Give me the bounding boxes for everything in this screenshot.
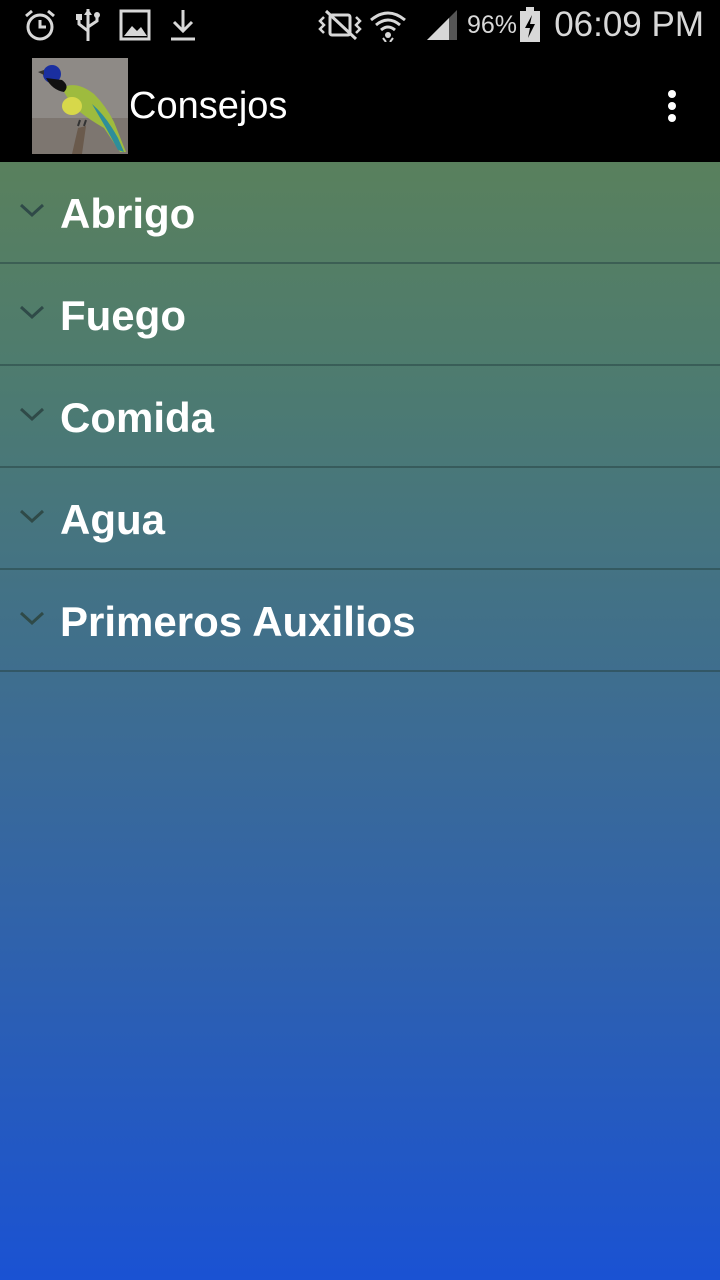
list-item-abrigo[interactable]: Abrigo — [0, 162, 720, 264]
expandable-list: Abrigo Fuego Comida Agua Primeros Auxili… — [0, 162, 720, 672]
app-title: Consejos — [129, 85, 288, 127]
download-icon — [168, 7, 198, 43]
usb-icon — [74, 7, 102, 43]
clock: 06:09 PM — [554, 5, 704, 44]
battery-percent: 96% — [467, 11, 518, 39]
chevron-down-icon — [19, 203, 45, 218]
list-item-comida[interactable]: Comida — [0, 366, 720, 468]
list-item-label: Primeros Auxilios — [60, 598, 416, 645]
gallery-icon — [118, 7, 152, 43]
vibrate-mute-icon — [316, 7, 364, 43]
action-bar: Consejos — [0, 50, 720, 162]
status-bar: 96% 06:09 PM — [0, 0, 720, 50]
list-item-fuego[interactable]: Fuego — [0, 264, 720, 366]
chevron-down-icon — [19, 611, 45, 626]
list-item-label: Comida — [60, 394, 215, 441]
alarm-icon — [22, 7, 58, 43]
wifi-icon — [369, 7, 407, 43]
list-item-primeros-auxilios[interactable]: Primeros Auxilios — [0, 570, 720, 672]
chevron-down-icon — [19, 407, 45, 422]
more-vert-icon[interactable] — [650, 84, 694, 128]
list-item-label: Abrigo — [60, 190, 196, 237]
signal-icon — [424, 7, 460, 43]
chevron-down-icon — [19, 305, 45, 320]
list-item-label: Fuego — [60, 292, 186, 339]
list-item-agua[interactable]: Agua — [0, 468, 720, 570]
bird-logo[interactable] — [32, 58, 128, 154]
battery-charging-icon — [517, 7, 543, 43]
list-item-label: Agua — [60, 496, 165, 543]
chevron-down-icon — [19, 509, 45, 524]
